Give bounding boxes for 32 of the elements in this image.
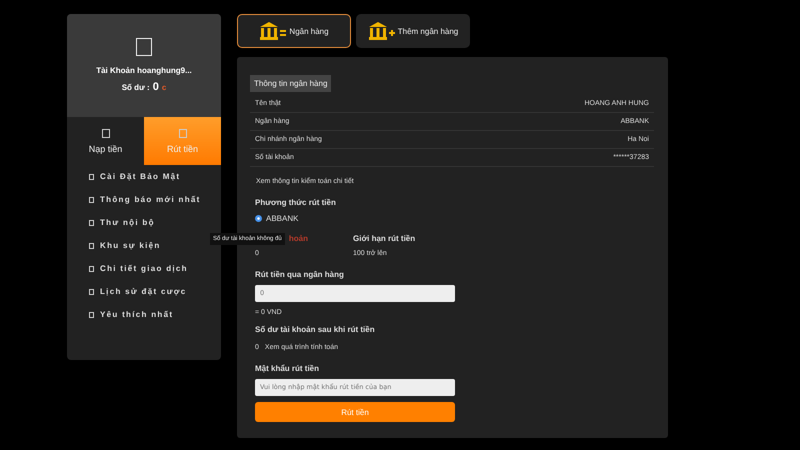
bank-tab[interactable]: Thêm ngân hàng	[356, 14, 470, 48]
square-icon	[89, 288, 94, 294]
square-icon	[89, 220, 94, 226]
balance-value: 0	[152, 81, 159, 93]
after-balance-title: Số dư tài khoản sau khi rút tiền	[255, 325, 375, 334]
bank-list-icon	[259, 22, 288, 40]
currency-symbol: c	[162, 83, 166, 92]
menu-item[interactable]: Cài Đặt Bảo Mật	[100, 172, 180, 181]
menu-item[interactable]: Lịch sử đặt cược	[100, 287, 187, 296]
square-icon	[89, 174, 94, 180]
radio-label[interactable]: ABBANK	[266, 214, 298, 223]
field-label: Rút tiền qua ngân hàng	[255, 270, 344, 279]
section-title: Thông tin ngân hàng	[250, 75, 332, 92]
method-title: Phương thức rút tiền	[255, 198, 336, 207]
menu-item[interactable]: Thông báo mới nhất	[100, 195, 201, 204]
radio-button[interactable]	[255, 215, 262, 222]
balance-label: hoản	[288, 234, 308, 243]
field-label: Mật khẩu rút tiền	[255, 364, 320, 373]
square-icon	[89, 312, 94, 318]
limit-label: Giới hạn rút tiền	[353, 234, 416, 243]
square-icon	[89, 242, 94, 248]
bank-add-icon	[368, 22, 396, 40]
account-name: Tài Khoản hoanghung9...	[96, 66, 192, 75]
bank-tab[interactable]: Ngân hàng	[237, 14, 351, 48]
menu-item[interactable]: Thư nội bộ	[100, 218, 155, 227]
menu-item[interactable]: Khu sự kiện	[100, 241, 161, 250]
square-icon	[89, 266, 94, 272]
menu-item[interactable]: Yêu thích nhất	[100, 310, 174, 319]
square-icon	[136, 38, 152, 56]
square-icon	[89, 196, 94, 202]
menu-item[interactable]: Chi tiết giao dịch	[100, 264, 188, 273]
balance-label: Số dư :	[122, 83, 150, 92]
